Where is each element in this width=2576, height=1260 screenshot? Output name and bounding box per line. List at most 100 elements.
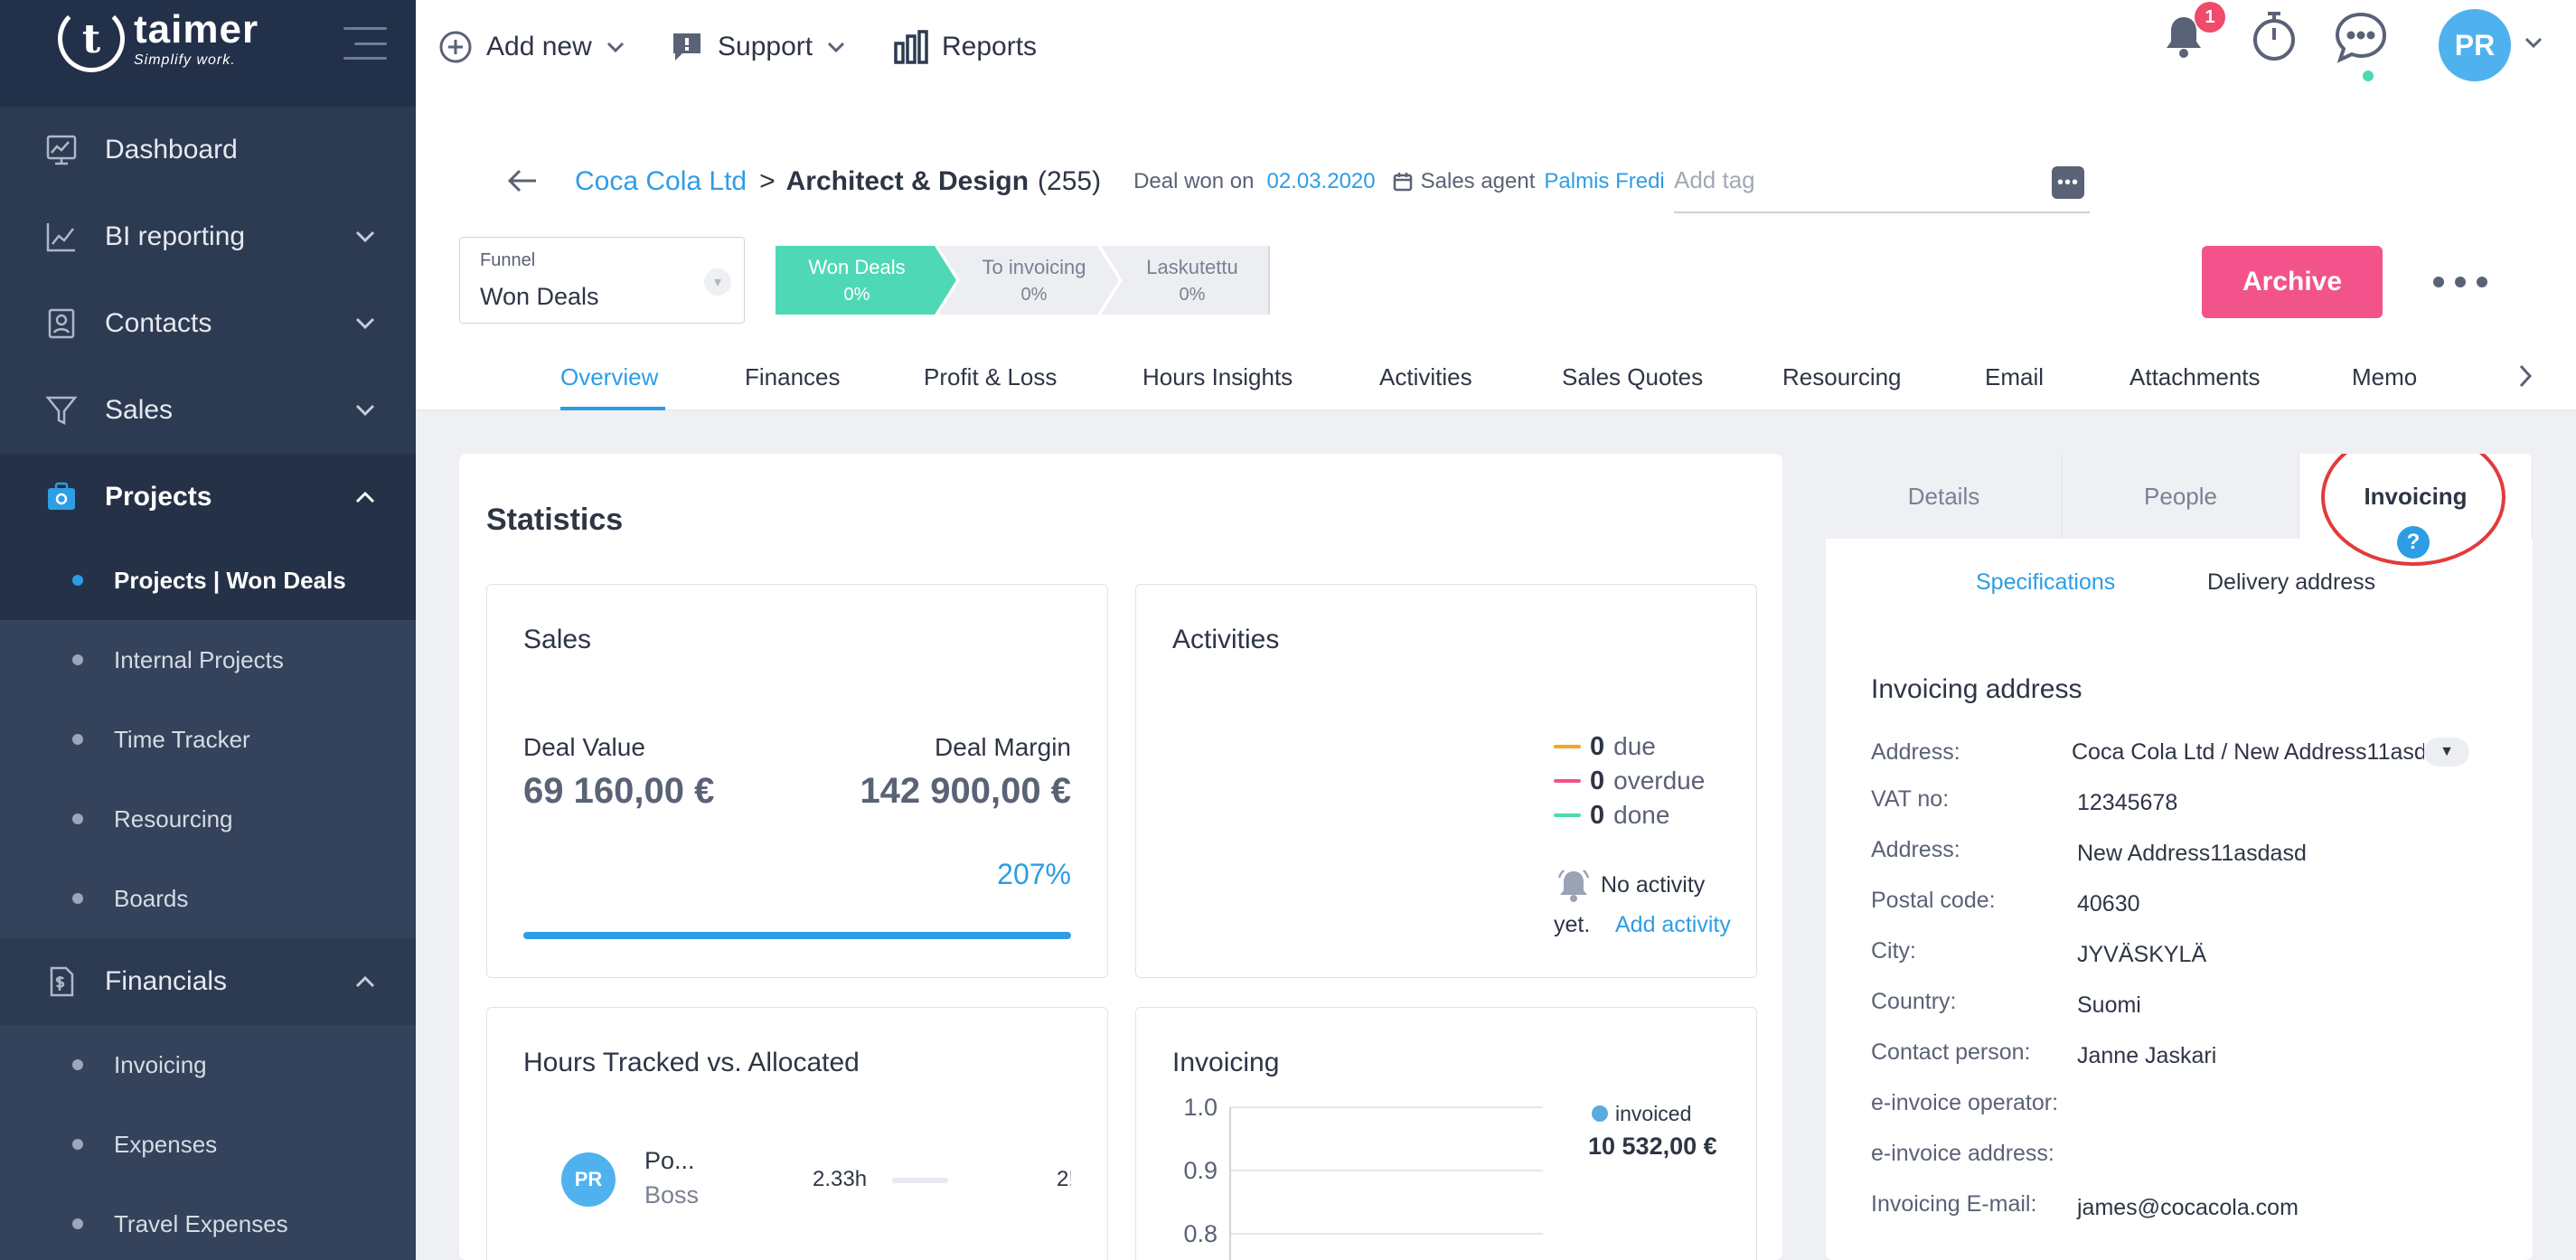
breadcrumb-company-link[interactable]: Coca Cola Ltd bbox=[575, 166, 747, 197]
stage-name: Won Deals bbox=[808, 255, 906, 278]
calendar-icon bbox=[1392, 171, 1414, 193]
deal-margin-label: Deal Margin bbox=[935, 733, 1071, 761]
tab-attachments[interactable]: Attachments bbox=[2129, 343, 2261, 410]
tab-activities[interactable]: Activities bbox=[1379, 343, 1472, 410]
breadcrumb-separator: > bbox=[759, 166, 776, 196]
chart-line-icon bbox=[43, 219, 80, 255]
support-button[interactable]: Support bbox=[669, 22, 847, 72]
tab-profit-loss[interactable]: Profit & Loss bbox=[924, 343, 1057, 410]
sidebar-subitem-resourcing[interactable]: Resourcing bbox=[0, 779, 416, 859]
tab-finances[interactable]: Finances bbox=[745, 343, 841, 410]
stage-laskutettu[interactable]: Laskutettu 0% bbox=[1115, 246, 1269, 315]
tab-resourcing[interactable]: Resourcing bbox=[1782, 343, 1902, 410]
taimer-logo[interactable]: t taimer Simplify work. bbox=[58, 5, 259, 72]
sidebar-item-label: Dashboard bbox=[105, 135, 238, 165]
activity-due-row: 0 due bbox=[1554, 729, 1705, 764]
stage-name: Laskutettu bbox=[1146, 255, 1238, 278]
sidebar-subitem-internal-projects[interactable]: Internal Projects bbox=[0, 620, 416, 700]
sidebar-subitem-boards[interactable]: Boards bbox=[0, 859, 416, 938]
country-value: Suomi bbox=[2077, 992, 2141, 1018]
tab-sales-quotes[interactable]: Sales Quotes bbox=[1562, 343, 1703, 410]
taimer-logo-mark-icon: t bbox=[58, 5, 125, 72]
sidebar-subitem-invoicing[interactable]: Invoicing bbox=[0, 1025, 416, 1105]
no-activity-text: No activity bbox=[1601, 872, 1706, 898]
sidebar-item-financials[interactable]: Financials bbox=[0, 938, 416, 1025]
chat-bubble-icon[interactable] bbox=[2332, 9, 2390, 65]
stage-won-deals[interactable]: Won Deals 0% bbox=[776, 246, 938, 315]
funnel-value: Won Deals bbox=[480, 283, 599, 310]
add-new-button[interactable]: Add new bbox=[437, 22, 626, 72]
contacts-icon bbox=[43, 306, 80, 342]
tab-email[interactable]: Email bbox=[1985, 343, 2044, 410]
bullet-icon bbox=[72, 1139, 83, 1150]
funnel-select[interactable]: Funnel Won Deals ▾ bbox=[459, 237, 745, 324]
hours-progress-track bbox=[892, 1178, 948, 1183]
sidebar-subitem-label: Resourcing bbox=[114, 804, 233, 832]
invoiced-amount: 10 532,00 € bbox=[1588, 1133, 1717, 1160]
sidebar-subitem-travel-expenses[interactable]: Travel Expenses bbox=[0, 1184, 416, 1260]
more-options-icon[interactable] bbox=[2433, 266, 2487, 298]
back-arrow-icon[interactable] bbox=[503, 161, 542, 201]
stage-percent: 0% bbox=[1020, 284, 1048, 305]
bullet-icon bbox=[72, 893, 83, 904]
subtab-specifications[interactable]: Specifications bbox=[1976, 569, 2115, 596]
sidebar: t taimer Simplify work. Dashboard BI rep… bbox=[0, 0, 416, 1260]
stage-name: To invoicing bbox=[982, 255, 1086, 278]
chevron-down-icon bbox=[605, 29, 626, 65]
sidebar-item-sales[interactable]: Sales bbox=[0, 367, 416, 454]
sidebar-subitem-label: Boards bbox=[114, 884, 189, 912]
project-tabs: Overview Finances Profit & Loss Hours In… bbox=[416, 343, 2576, 410]
tab-details[interactable]: Details bbox=[1826, 454, 2063, 539]
subtab-delivery-address[interactable]: Delivery address bbox=[2207, 569, 2375, 596]
tab-people[interactable]: People bbox=[2063, 454, 2299, 539]
activities-title: Activities bbox=[1172, 625, 1280, 654]
add-tag-field[interactable]: ••• bbox=[1674, 157, 2090, 213]
sidebar-subitem-time-tracker[interactable]: Time Tracker bbox=[0, 700, 416, 779]
support-label: Support bbox=[718, 32, 813, 61]
sidebar-item-label: Contacts bbox=[105, 308, 212, 338]
sales-box: Sales Deal Value 69 160,00 € Deal Margin… bbox=[486, 584, 1108, 978]
archive-button[interactable]: Archive bbox=[2202, 246, 2383, 318]
sidebar-subitem-label: Projects | Won Deals bbox=[114, 566, 346, 594]
no-activity-yet-text: yet. bbox=[1554, 912, 1591, 937]
deal-won-date[interactable]: 02.03.2020 bbox=[1267, 169, 1376, 194]
sidebar-item-bi-reporting[interactable]: BI reporting bbox=[0, 193, 416, 280]
activities-box: Activities 0 due 0 overdue 0 done No activi… bbox=[1135, 584, 1757, 978]
chevron-down-icon bbox=[825, 29, 847, 65]
tab-overview[interactable]: Overview bbox=[560, 343, 658, 410]
menu-toggle-icon[interactable] bbox=[343, 27, 387, 60]
add-tag-input[interactable] bbox=[1674, 157, 2017, 202]
sidebar-item-label: Sales bbox=[105, 395, 174, 425]
sales-agent-name[interactable]: Palmis Fredi bbox=[1544, 169, 1664, 194]
chevron-right-icon[interactable] bbox=[2518, 363, 2536, 390]
stage-to-invoicing[interactable]: To invoicing 0% bbox=[953, 246, 1115, 315]
sidebar-subitem-projects-won-deals[interactable]: Projects | Won Deals bbox=[0, 541, 416, 620]
financials-submenu: Invoicing Expenses Travel Expenses bbox=[0, 1025, 416, 1260]
timer-stopwatch-icon[interactable] bbox=[2249, 9, 2299, 63]
sidebar-item-dashboard[interactable]: Dashboard bbox=[0, 107, 416, 193]
sidebar-item-contacts[interactable]: Contacts bbox=[0, 280, 416, 367]
sales-progress-track bbox=[523, 932, 1071, 939]
chevron-down-icon[interactable] bbox=[2524, 36, 2545, 52]
dashboard-icon bbox=[43, 132, 80, 168]
due-label: due bbox=[1613, 732, 1656, 760]
more-horizontal-icon[interactable]: ••• bbox=[2052, 166, 2084, 199]
chevron-up-icon bbox=[354, 971, 376, 992]
deal-value-label: Deal Value bbox=[523, 733, 645, 761]
address-label: Address: bbox=[1871, 837, 1960, 862]
reports-bar-icon bbox=[893, 29, 929, 65]
sidebar-item-projects[interactable]: Projects bbox=[0, 454, 416, 541]
projects-icon bbox=[43, 479, 80, 515]
bullet-icon bbox=[72, 1059, 83, 1070]
invoicing-chart-title: Invoicing bbox=[1172, 1048, 1280, 1077]
sidebar-subitem-expenses[interactable]: Expenses bbox=[0, 1105, 416, 1184]
invoicing-email-label: Invoicing E-mail: bbox=[1871, 1191, 2037, 1217]
add-activity-link[interactable]: Add activity bbox=[1615, 912, 1731, 938]
user-avatar[interactable]: PR bbox=[2439, 9, 2511, 81]
reports-button[interactable]: Reports bbox=[893, 22, 1037, 72]
tab-hours-insights[interactable]: Hours Insights bbox=[1142, 343, 1293, 410]
due-line-icon bbox=[1554, 745, 1581, 748]
tab-memo[interactable]: Memo bbox=[2352, 343, 2417, 410]
financials-icon bbox=[43, 964, 80, 1000]
address-select[interactable]: Coca Cola Ltd / New Address11asd ▼ bbox=[2072, 736, 2477, 768]
